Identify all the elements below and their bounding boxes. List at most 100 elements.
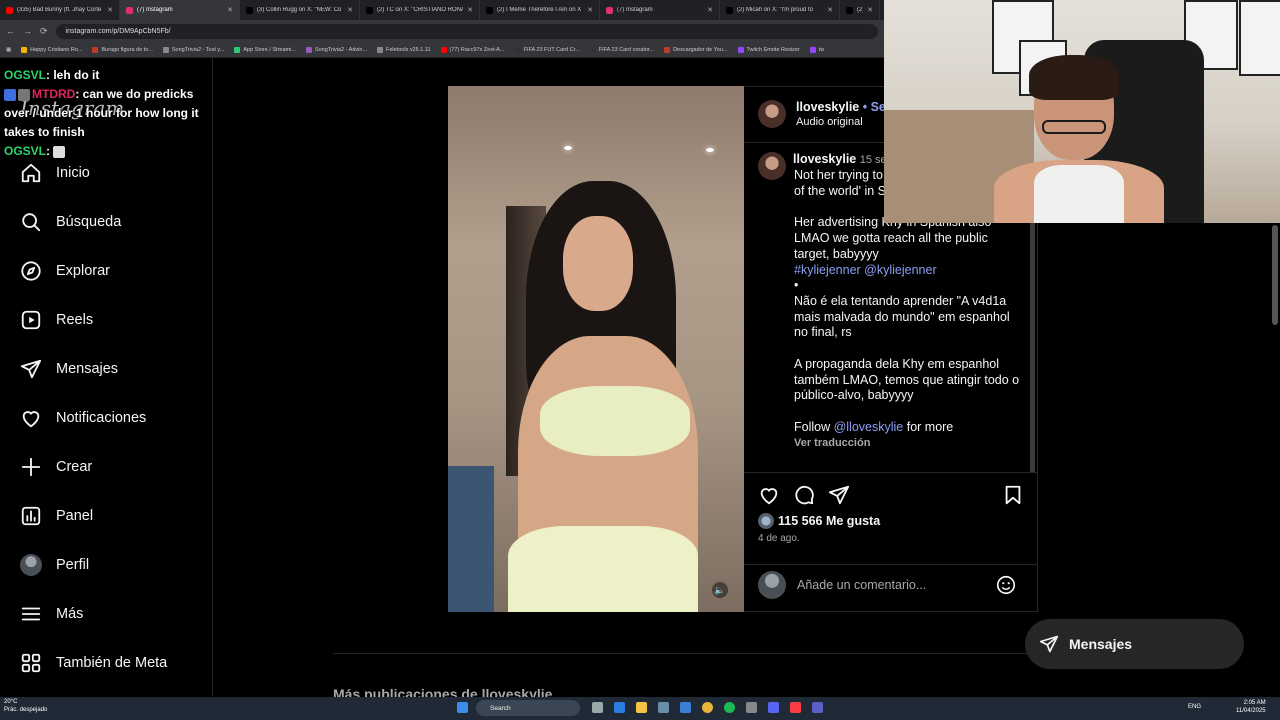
bookmark-favicon-icon — [92, 46, 99, 53]
tab-title: (2) TC on X: "CRISTIANO RONA — [377, 7, 464, 13]
spotify-icon[interactable] — [724, 702, 735, 713]
url-input[interactable]: instagram.com/p/DM9ApCbN5Fb/ — [55, 23, 878, 39]
sidebar-item-panel[interactable]: Panel — [20, 503, 93, 529]
like-heart-icon[interactable] — [758, 484, 780, 506]
sidebar-item-crear[interactable]: Crear — [20, 454, 92, 480]
browser-tab[interactable]: (2) Micah on X: "I'm proud to ✕ — [720, 0, 840, 20]
page-scrollbar[interactable] — [1272, 225, 1278, 325]
comment-input[interactable]: Añade un comentario... — [797, 578, 926, 592]
bookmark-item[interactable]: Feletools v25.1.11 — [377, 46, 431, 53]
edge-icon[interactable] — [614, 702, 625, 713]
close-tab-icon[interactable]: ✕ — [467, 6, 473, 14]
browser-tab[interactable]: (7) Instagram ✕ — [120, 0, 240, 20]
sidebar-item-también-de-meta[interactable]: También de Meta — [20, 650, 167, 676]
likes-count[interactable]: 115 566 Me gusta — [758, 513, 880, 529]
likes-label: 115 566 Me gusta — [778, 514, 881, 528]
bookmark-item[interactable]: SongTrivia2 - Test y... — [162, 46, 224, 53]
tab-title: (2) I Meme Therefore I Am on X — [497, 7, 582, 13]
tab-title: (2) Micah on X: "I'm proud to — [737, 7, 813, 13]
caption-hashtags[interactable]: #kyliejenner @kyliejenner — [794, 263, 1022, 279]
post-video[interactable] — [448, 86, 744, 612]
teams-icon[interactable] — [812, 702, 823, 713]
mute-icon[interactable]: 🔈 — [712, 582, 728, 598]
reload-icon[interactable]: ⟳ — [40, 26, 48, 37]
close-tab-icon[interactable]: ✕ — [707, 6, 713, 14]
panel-divider — [744, 472, 1038, 473]
bookmark-item[interactable]: (77) Racc97s Zest-A... — [440, 46, 505, 53]
comment-icon[interactable] — [793, 484, 815, 506]
sidebar-item-más[interactable]: Más — [20, 601, 83, 627]
bookmark-item[interactable]: tw — [809, 46, 824, 53]
bookmark-label: (77) Racc97s Zest-A... — [449, 46, 505, 53]
post-author-username[interactable]: lloveskylie — [796, 100, 859, 114]
emoji-icon[interactable] — [995, 574, 1017, 596]
browser-tab[interactable]: (2) TC on X: "CRISTIANO RONA ✕ — [360, 0, 480, 20]
browser-tab[interactable]: (335) Bad Bunny (ft. Jhay Corte ✕ — [0, 0, 120, 20]
language-indicator[interactable]: ENG — [1188, 704, 1201, 710]
close-tab-icon[interactable]: ✕ — [827, 6, 833, 14]
caption-follow-handle[interactable]: @lloveskylie — [834, 420, 904, 434]
app-icon[interactable] — [746, 702, 757, 713]
bookmark-item[interactable]: SongTrivia2 - Advin... — [305, 46, 367, 53]
ceiling-light — [706, 148, 714, 152]
music-icon[interactable] — [790, 702, 801, 713]
bookmarks-bar: ▦ Happy Cristiano Ro... Burago figura de t… — [0, 42, 884, 58]
avatar-icon — [20, 554, 42, 576]
close-tab-icon[interactable]: ✕ — [107, 6, 113, 14]
mail-icon[interactable] — [680, 702, 691, 713]
tab-favicon-icon — [726, 6, 733, 14]
sidebar-item-reels[interactable]: Reels — [20, 307, 93, 333]
taskbar-search[interactable]: Search — [476, 700, 580, 716]
see-translation-link[interactable]: Ver traducción — [794, 436, 1022, 452]
bookmark-label: FIFA 23 Card creator... — [598, 46, 655, 53]
weather-widget[interactable]: 20°C Prác. despejado — [4, 698, 47, 714]
sidebar-item-búsqueda[interactable]: Búsqueda — [20, 209, 121, 235]
bookmark-item[interactable]: FIFA 23 Card creator... — [589, 46, 655, 53]
windows-start-icon[interactable] — [457, 702, 468, 713]
messages-floating-button[interactable]: Mensajes — [1025, 619, 1244, 669]
post-author-avatar[interactable] — [758, 100, 786, 128]
back-icon[interactable]: ← — [6, 26, 15, 36]
apps-icon[interactable]: ▦ — [6, 47, 11, 53]
sidebar-item-perfil[interactable]: Perfil — [20, 552, 89, 578]
close-tab-icon[interactable]: ✕ — [587, 6, 593, 14]
taskbar-clock[interactable]: 2:05 AM 11/04/2025 — [1236, 699, 1266, 715]
bookmark-icon[interactable] — [1002, 484, 1024, 506]
bookmark-favicon-icon — [234, 46, 241, 53]
sidebar-item-mensajes[interactable]: Mensajes — [20, 356, 118, 382]
file-explorer-icon[interactable] — [636, 702, 647, 713]
current-user-avatar — [758, 571, 786, 599]
chrome-icon[interactable] — [702, 702, 713, 713]
browser-tab[interactable]: (7) Instagram ✕ — [600, 0, 720, 20]
share-send-icon[interactable] — [828, 484, 850, 506]
close-tab-icon[interactable]: ✕ — [347, 6, 353, 14]
discord-icon[interactable] — [768, 702, 779, 713]
forward-icon[interactable]: → — [23, 26, 32, 36]
bookmark-item[interactable]: Happy Cristiano Ro... — [21, 46, 82, 53]
photos-icon[interactable] — [658, 702, 669, 713]
sidebar-item-inicio[interactable]: Inicio — [20, 160, 90, 186]
tab-title: (3) Collin Rugg on X: "NEW: Co — [257, 7, 342, 13]
task-view-icon[interactable] — [592, 702, 603, 713]
bookmark-item[interactable]: Burago figura de to... — [92, 46, 153, 53]
browser-tab[interactable]: (2) I Meme Therefore I Am on X ✕ — [480, 0, 600, 20]
bookmark-item[interactable]: Twitch Emote Resizer — [737, 46, 800, 53]
sidebar-item-label: Perfil — [56, 557, 90, 573]
close-tab-icon[interactable]: ✕ — [227, 6, 233, 14]
bookmark-item[interactable]: Descargador de You... — [664, 46, 728, 53]
bookmark-favicon-icon — [440, 46, 447, 53]
sidebar-item-explorar[interactable]: Explorar — [20, 258, 110, 284]
chat-badge-icon — [18, 88, 30, 101]
close-tab-icon[interactable]: ✕ — [867, 6, 873, 14]
bookmark-item[interactable]: App Store / Streami... — [234, 46, 296, 53]
browser-tab[interactable]: (3) Collin Rugg on X: "NEW: Co ✕ — [240, 0, 360, 20]
bookmark-item[interactable]: FIFA 23 FUT Card Cr... — [514, 46, 580, 53]
browser-tab[interactable]: (2) vie ✕ — [840, 0, 880, 20]
chat-message: OGSVL: — [4, 142, 214, 161]
sidebar-item-label: También de Meta — [56, 655, 168, 671]
audio-label[interactable]: Audio original — [796, 116, 863, 128]
sidebar-item-notificaciones[interactable]: Notificaciones — [20, 405, 146, 431]
sidebar-item-label: Búsqueda — [56, 214, 122, 230]
caption-author-username[interactable]: lloveskylie — [793, 152, 856, 166]
caption-author-avatar[interactable] — [758, 152, 786, 180]
